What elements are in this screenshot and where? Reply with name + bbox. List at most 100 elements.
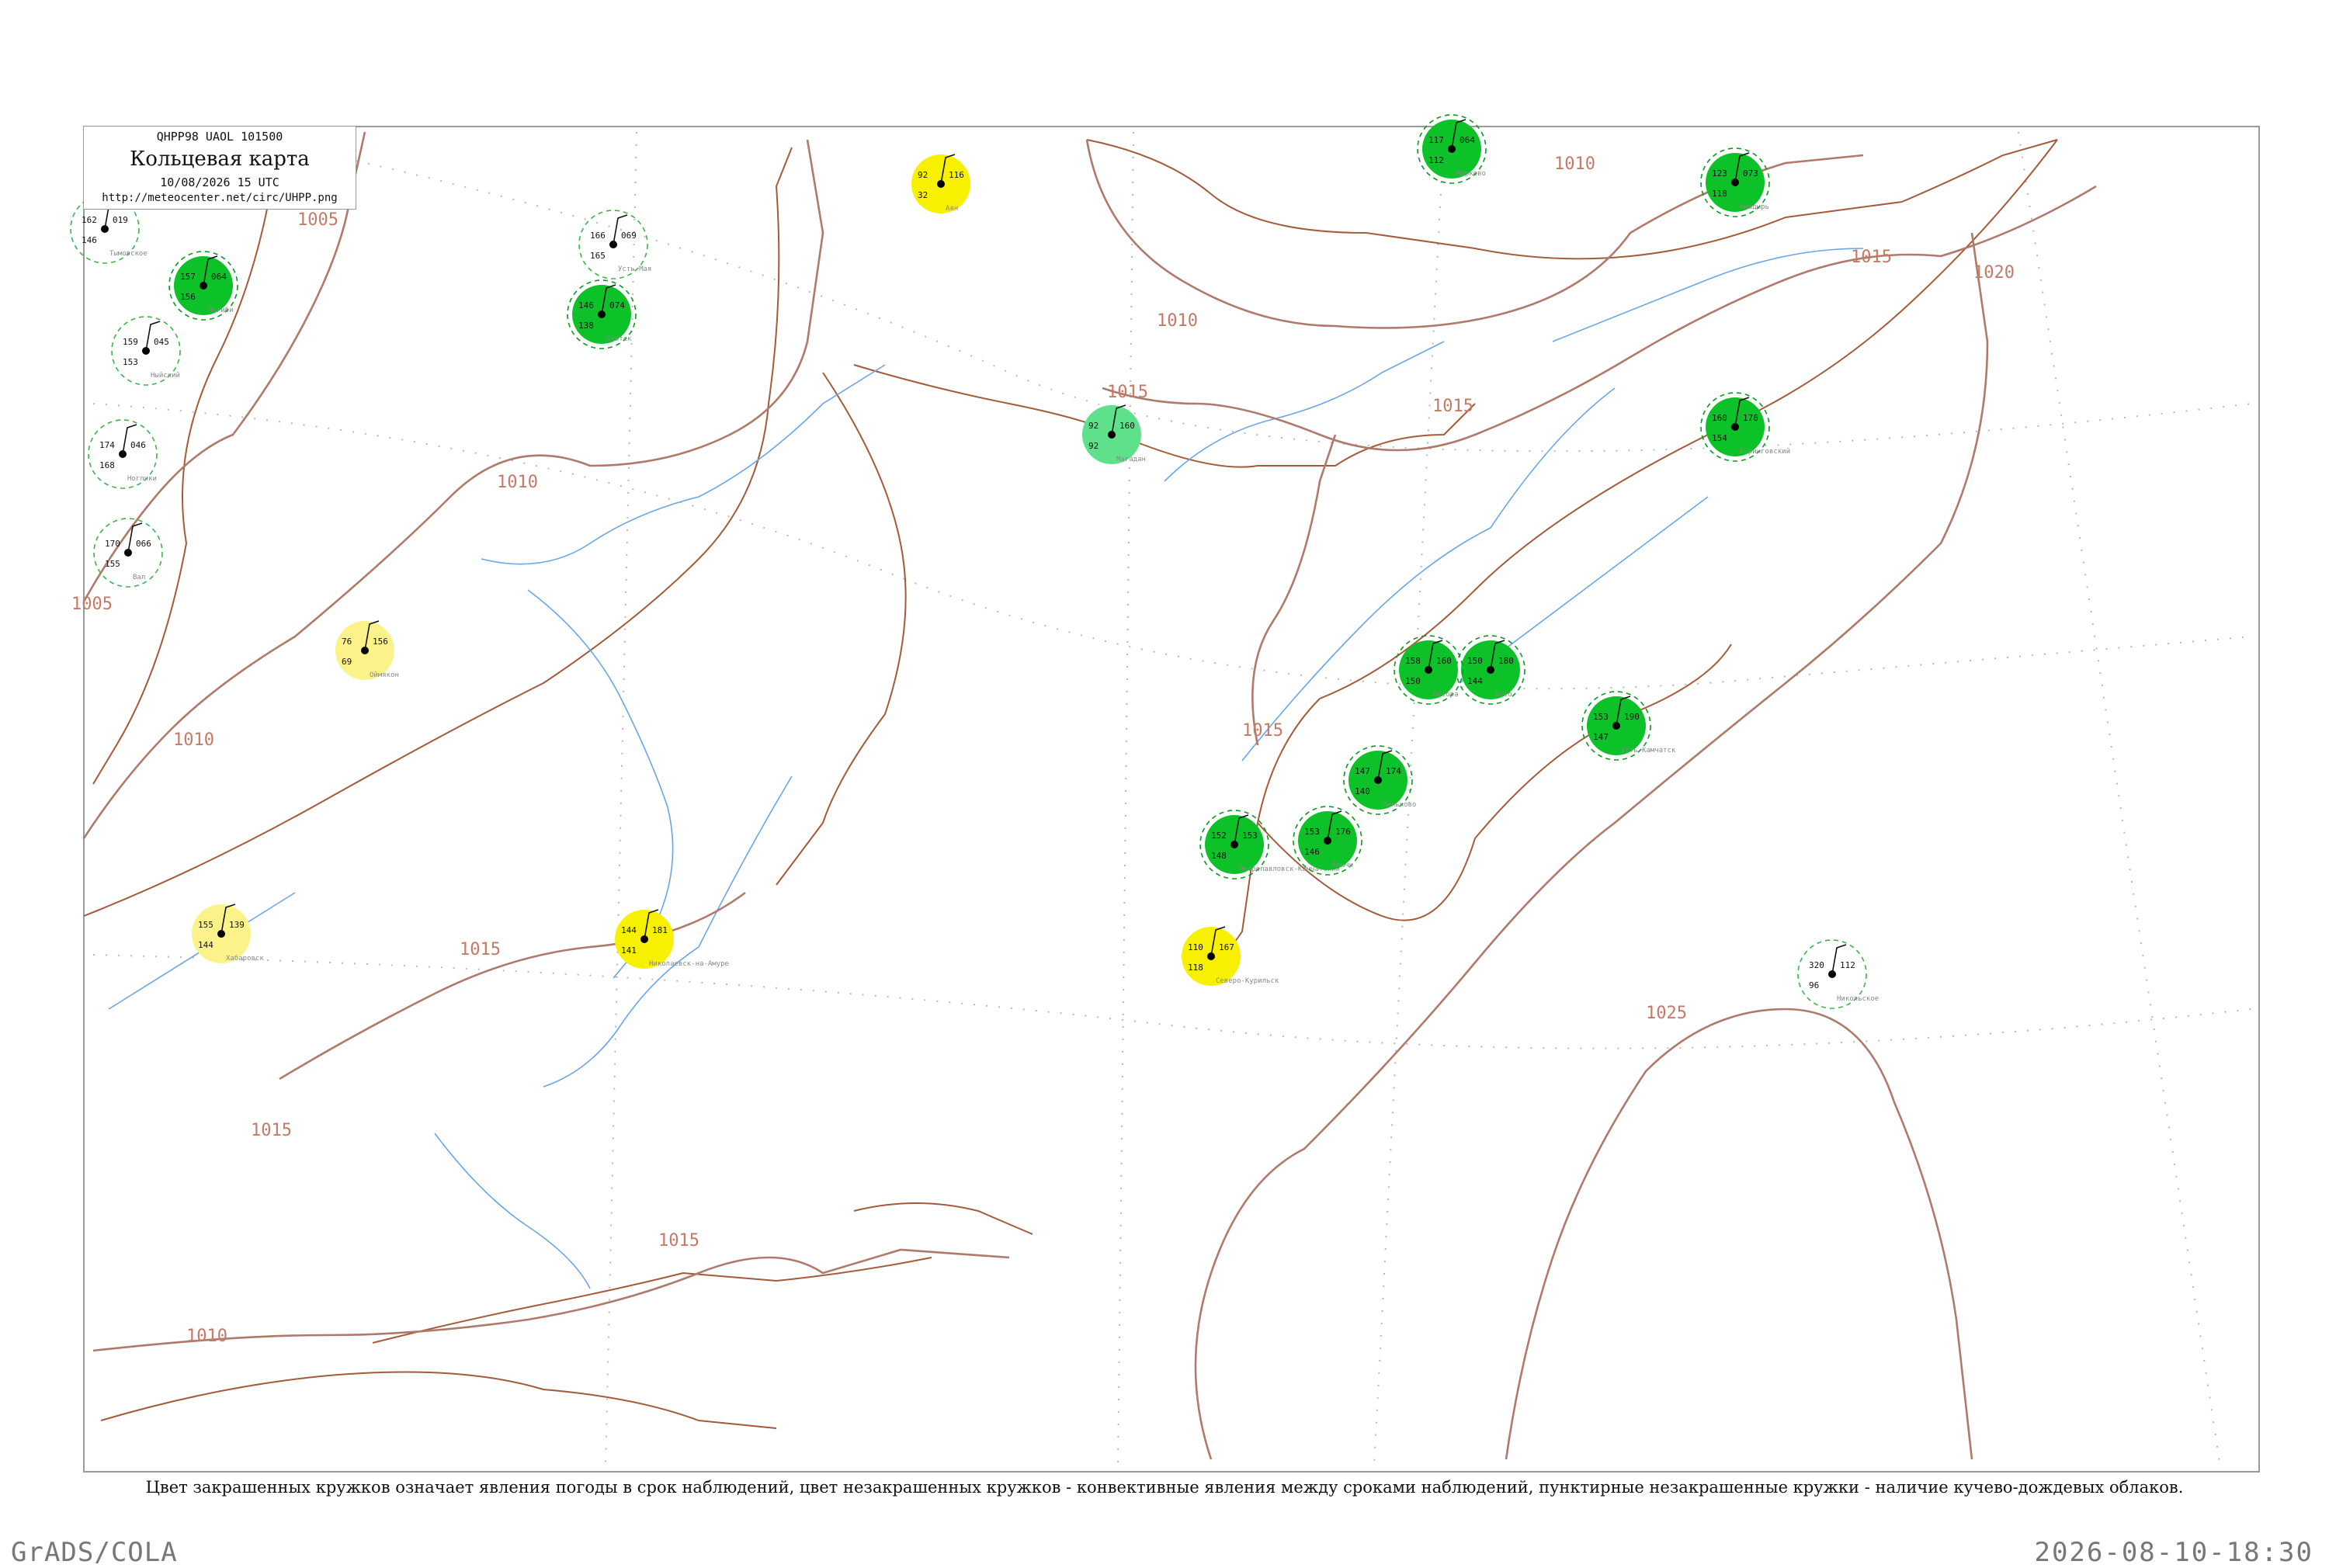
weather-map: 1005 1005 1010 1010 1010 1010 1010 1015 … — [70, 114, 2260, 1473]
isobar-label: 1010 — [186, 1327, 227, 1346]
station-name: Оссора — [1433, 691, 1459, 699]
station-temperature: 170 — [105, 539, 120, 549]
source-url[interactable]: http://meteocenter.net/circ/UHPP.png — [84, 192, 356, 204]
weather-station[interactable]: 76 156 69 Оймякон — [335, 620, 399, 680]
station-pressure: 069 — [621, 231, 637, 241]
weather-station[interactable]: 146 074 138 Охотск — [567, 279, 637, 349]
map-date: 10/08/2026 15 UTC — [160, 175, 279, 189]
station-temperature: 147 — [1355, 766, 1370, 776]
station-name: Тымовское — [109, 250, 148, 258]
isobar-label: 1010 — [497, 473, 538, 492]
station-pressure: 112 — [1840, 960, 1855, 970]
isobars — [82, 131, 2097, 1460]
bulletin-code: QHPP98 UAOL 101500 — [156, 130, 283, 144]
isobar-label: 1015 — [658, 1231, 699, 1251]
weather-station[interactable]: 144 181 141 Николаевск-на-Амуре — [615, 909, 729, 969]
station-temperature: 160 — [1712, 413, 1727, 423]
weather-station[interactable]: 117 064 112 Марково — [1417, 114, 1487, 184]
station-name: Погиби — [208, 306, 234, 314]
station-temperature: 159 — [123, 337, 138, 347]
station-name: Мильково — [1383, 801, 1416, 809]
isobar-label: 1005 — [297, 210, 338, 230]
station-pressure: 064 — [211, 272, 227, 282]
weather-station[interactable]: 158 160 150 Оссора — [1394, 635, 1463, 705]
station-pressure: 181 — [652, 925, 668, 935]
station-name: Ключи — [1332, 862, 1353, 869]
station-pressure: 074 — [609, 300, 625, 310]
station-name: Усть-Камчатск — [1621, 747, 1676, 755]
station-pressure: 066 — [136, 539, 151, 549]
station-name: Ноглики — [127, 475, 157, 483]
weather-station[interactable]: 160 176 154 Беринговский — [1700, 392, 1790, 462]
station-dewpoint: 165 — [590, 251, 606, 261]
station-temperature: 162 — [82, 215, 97, 225]
isobar-label: 1015 — [1107, 383, 1148, 402]
station-temperature: 110 — [1188, 942, 1203, 952]
weather-station[interactable]: 166 069 165 Усть-Мая — [578, 210, 651, 279]
station-pressure: 156 — [373, 637, 388, 647]
station-name: Оймякон — [370, 671, 399, 679]
station-markers: 162 019 146 Тымовское 157 064 156 Погиби 159 045 1… — [70, 114, 1879, 1009]
station-dewpoint: 144 — [198, 940, 213, 950]
station-pressure: 190 — [1624, 712, 1640, 722]
station-name: Никольское — [1837, 995, 1879, 1003]
footer-software: GrADS/COLA — [11, 1537, 178, 1568]
station-dewpoint: 148 — [1211, 851, 1227, 861]
station-temperature: 153 — [1304, 827, 1320, 837]
map-caption: Цвет закрашенных кружков означает явлени… — [145, 1478, 2184, 1497]
station-temperature: 152 — [1211, 831, 1227, 841]
weather-station[interactable]: 123 073 118 Анадырь — [1700, 147, 1770, 217]
station-pressure: 064 — [1460, 135, 1475, 145]
station-dewpoint: 146 — [82, 235, 97, 245]
station-temperature: 158 — [1405, 656, 1421, 666]
station-dewpoint: 147 — [1593, 732, 1609, 742]
station-name: Хабаровск — [226, 954, 264, 963]
weather-station[interactable]: 320 112 96 Никольское — [1797, 939, 1879, 1009]
weather-station[interactable]: 92 160 92 Магадан — [1082, 404, 1146, 464]
station-pressure: 073 — [1743, 168, 1758, 179]
isobar-label: 1010 — [173, 730, 214, 750]
weather-station[interactable]: 174 046 168 Ноглики — [88, 419, 158, 489]
station-temperature: 146 — [578, 300, 594, 310]
station-dewpoint: 150 — [1405, 676, 1421, 686]
isobar-label: 1020 — [1973, 263, 2015, 283]
station-pressure: 045 — [154, 337, 169, 347]
station-temperature: 144 — [621, 925, 637, 935]
weather-station[interactable]: 147 174 140 Мильково — [1343, 745, 1416, 815]
station-dewpoint: 154 — [1712, 433, 1727, 443]
weather-station[interactable]: 150 180 144 Эссо — [1456, 635, 1525, 705]
station-dewpoint: 144 — [1467, 676, 1483, 686]
station-name: Северо-Курильск — [1216, 977, 1279, 985]
station-temperature: 76 — [342, 637, 352, 647]
station-temperature: 320 — [1809, 960, 1824, 970]
station-dewpoint: 118 — [1188, 963, 1203, 973]
station-pressure: 160 — [1119, 421, 1135, 431]
weather-station[interactable]: 159 045 153 Ныйский — [111, 316, 181, 386]
weather-station[interactable]: 155 139 144 Хабаровск — [192, 904, 264, 963]
station-name: Вал — [133, 574, 145, 581]
weather-station[interactable]: 153 190 147 Усть-Камчатск — [1581, 691, 1676, 761]
station-pressure: 019 — [113, 215, 128, 225]
station-temperature: 157 — [180, 272, 196, 282]
station-dewpoint: 32 — [918, 190, 928, 200]
station-pressure: 160 — [1436, 656, 1452, 666]
station-pressure: 176 — [1335, 827, 1351, 837]
weather-station[interactable]: 170 066 155 Вал — [93, 518, 163, 588]
station-dewpoint: 156 — [180, 292, 196, 302]
station-name: Николаевск-на-Амуре — [649, 960, 729, 968]
station-temperature: 92 — [1088, 421, 1099, 431]
weather-station[interactable]: 92 116 32 Аян — [911, 154, 970, 213]
station-name: Беринговский — [1740, 448, 1790, 456]
weather-station[interactable]: 153 176 146 Ключи — [1293, 806, 1362, 876]
station-dewpoint: 118 — [1712, 189, 1727, 199]
station-name: Усть-Мая — [618, 265, 651, 273]
isobar-label: 1015 — [1242, 721, 1283, 741]
station-temperature: 174 — [99, 440, 115, 450]
weather-station[interactable]: 110 167 118 Северо-Курильск — [1182, 926, 1279, 986]
map-header: QHPP98 UAOL 101500 Кольцевая карта 10/08… — [84, 127, 356, 210]
isobar-label: 1005 — [71, 595, 113, 614]
weather-station[interactable]: 157 064 156 Погиби — [168, 251, 238, 321]
station-temperature: 150 — [1467, 656, 1483, 666]
graticule — [92, 131, 2252, 1468]
station-pressure: 176 — [1743, 413, 1758, 423]
